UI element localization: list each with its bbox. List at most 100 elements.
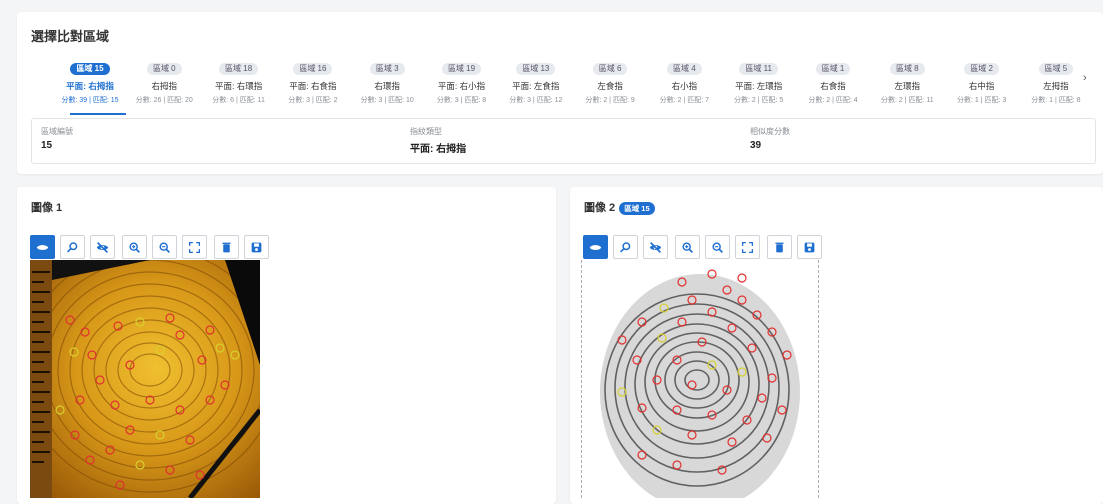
finger-label: 右食指 xyxy=(820,81,846,91)
eye-off-button[interactable] xyxy=(643,235,668,259)
trash-button[interactable] xyxy=(214,235,239,259)
latent-fingerprint-image xyxy=(21,247,279,500)
region-chip: 區域 15 xyxy=(70,63,110,75)
image-1-panel: 圖像 1 xyxy=(17,187,556,504)
region-tab[interactable]: 區域 18 平面: 右環指 分數: 6 | 匹配: 11 xyxy=(203,58,275,116)
eye-off-icon xyxy=(96,241,109,254)
save-icon xyxy=(250,241,263,254)
region-chip: 區域 13 xyxy=(516,63,556,75)
save-button[interactable] xyxy=(797,235,822,259)
image-2-panel: 圖像 2 區域 15 xyxy=(570,187,1103,504)
fullscreen-button[interactable] xyxy=(182,235,207,259)
score-label: 分數: 3 | 匹配: 2 xyxy=(288,97,338,104)
trash-icon xyxy=(220,241,233,254)
finger-label: 平面: 左食指 xyxy=(512,81,560,91)
region-tab[interactable]: 區域 0 右拇指 分數: 26 | 匹配: 20 xyxy=(128,58,200,116)
search-icon xyxy=(619,241,632,254)
score-label: 分數: 26 | 匹配: 20 xyxy=(135,97,193,104)
fingerprint-type-field: 指紋類型 平面: 右拇指 xyxy=(410,126,466,155)
region-number-value: 15 xyxy=(41,140,53,151)
zoom-in-button[interactable] xyxy=(122,235,147,259)
finger-label: 左拇指 xyxy=(1043,81,1069,91)
eye-off-icon xyxy=(649,241,662,254)
region-chip: 區域 16 xyxy=(293,63,333,75)
search-icon xyxy=(66,241,79,254)
region-number-label: 區域編號 xyxy=(41,127,73,136)
region-tab[interactable]: 區域 19 平面: 右小指 分數: 3 | 匹配: 8 xyxy=(426,58,498,116)
eye-button[interactable] xyxy=(583,235,608,259)
region-chip: 區域 1 xyxy=(815,63,851,75)
save-button[interactable] xyxy=(244,235,269,259)
eye-button[interactable] xyxy=(30,235,55,259)
image-1-title: 圖像 1 xyxy=(31,202,63,214)
score-label: 分數: 3 | 匹配: 10 xyxy=(360,97,414,104)
score-label: 分數: 39 | 匹配: 15 xyxy=(61,97,119,104)
reference-fingerprint-image xyxy=(582,260,818,504)
score-label: 分數: 6 | 匹配: 11 xyxy=(212,97,265,104)
finger-label: 右中指 xyxy=(968,81,995,91)
score-label: 分數: 2 | 匹配: 7 xyxy=(659,97,710,104)
region-tab[interactable]: 區域 6 左食指分數: 2 | 匹配: 9 xyxy=(574,58,646,116)
region-chip: 區域 0 xyxy=(146,63,182,75)
region-chip: 區域 11 xyxy=(739,63,778,75)
region-tab[interactable]: 區域 16 平面: 右食指 分數: 3 | 匹配: 2 xyxy=(277,58,349,116)
region-tab[interactable]: 區域 11 平面: 左環指 分數: 2 | 匹配: 5 xyxy=(723,58,795,116)
zoom-in-button[interactable] xyxy=(675,235,700,259)
fullscreen-button[interactable] xyxy=(735,235,760,259)
finger-label: 平面: 右小指 xyxy=(437,81,486,91)
fingerprint-type-label: 指紋類型 xyxy=(410,127,442,136)
zoom-out-button[interactable] xyxy=(152,235,177,259)
region-tabs: 區域 15 平面: 右拇指 分數: 39 | 匹配: 15 區域 0 右拇指 分數: 26… xyxy=(54,58,1098,116)
score-label: 分數: 2 | 匹配: 9 xyxy=(585,97,635,104)
image-2-title: 圖像 2 區域 15 xyxy=(584,199,655,215)
zoom-out-icon xyxy=(711,241,724,254)
image-1-viewer[interactable] xyxy=(21,247,279,500)
region-tab[interactable]: 區域 15 平面: 右拇指 分數: 39 | 匹配: 15 xyxy=(54,58,126,116)
region-info-box: 區域編號 15 指紋類型 平面: 右拇指 相似度分數 39 xyxy=(31,118,1096,164)
finger-label: 平面: 右拇指 xyxy=(66,81,114,91)
region-badge: 區域 15 xyxy=(619,201,655,215)
search-button[interactable] xyxy=(60,235,85,259)
region-chip: 區域 18 xyxy=(219,63,259,75)
region-tab[interactable]: 區域 5 左拇指 分數: 1 | 匹配: 8 xyxy=(1020,58,1092,116)
region-selector-card: 選擇比對區域 區域 15 平面: 右拇指 分數: 39 | 匹配: 15 區域 0 右拇… xyxy=(17,12,1103,174)
search-button[interactable] xyxy=(613,235,638,259)
region-number-field: 區域編號 15 xyxy=(41,126,73,151)
region-tab[interactable]: 區域 13 平面: 左食指 分數: 3 | 匹配: 12 xyxy=(500,58,572,116)
score-label: 分數: 2 | 匹配: 5 xyxy=(734,97,784,104)
region-chip: 區域 19 xyxy=(441,63,482,75)
region-chip: 區域 3 xyxy=(369,63,405,75)
zoom-in-icon xyxy=(128,241,141,254)
similarity-score-label: 相似度分數 xyxy=(750,127,790,136)
region-tab[interactable]: 區域 4 右小指分數: 2 | 匹配: 7 xyxy=(648,58,720,116)
zoom-in-icon xyxy=(681,241,694,254)
region-chip: 區域 2 xyxy=(964,63,999,75)
region-chip: 區域 4 xyxy=(667,63,702,75)
score-label: 分數: 2 | 匹配: 4 xyxy=(808,97,858,104)
finger-label: 左食指 xyxy=(597,81,623,91)
section-title: 選擇比對區域 xyxy=(31,29,110,44)
zoom-out-button[interactable] xyxy=(705,235,730,259)
finger-label: 右小指 xyxy=(671,81,698,91)
region-tab[interactable]: 區域 8 左環指 分數: 2 | 匹配: 11 xyxy=(871,58,943,116)
region-tab[interactable]: 區域 2 右中指分數: 1 | 匹配: 3 xyxy=(946,58,1018,116)
finger-label: 右環指 xyxy=(374,81,400,91)
similarity-score-value: 39 xyxy=(750,140,762,151)
fullscreen-icon xyxy=(741,241,754,254)
image-2-viewer[interactable] xyxy=(581,260,819,504)
active-tab-underline xyxy=(70,113,126,115)
eye-icon xyxy=(36,241,49,254)
score-label: 分數: 1 | 匹配: 3 xyxy=(956,97,1007,104)
trash-button[interactable] xyxy=(767,235,792,259)
eye-off-button[interactable] xyxy=(90,235,115,259)
score-label: 分數: 3 | 匹配: 12 xyxy=(509,97,563,104)
region-tab[interactable]: 區域 1 右食指分數: 2 | 匹配: 4 xyxy=(797,58,869,116)
score-label: 分數: 2 | 匹配: 11 xyxy=(880,97,934,104)
finger-label: 平面: 右環指 xyxy=(214,81,263,91)
region-tab[interactable]: 區域 3 右環指分數: 3 | 匹配: 10 xyxy=(351,58,423,116)
score-label: 分數: 3 | 匹配: 8 xyxy=(436,97,487,104)
chevron-right-icon[interactable]: › xyxy=(1083,72,1087,84)
image-2-title-text: 圖像 2 xyxy=(584,202,616,214)
region-chip: 區域 5 xyxy=(1038,63,1074,75)
region-chip: 區域 6 xyxy=(592,63,628,75)
